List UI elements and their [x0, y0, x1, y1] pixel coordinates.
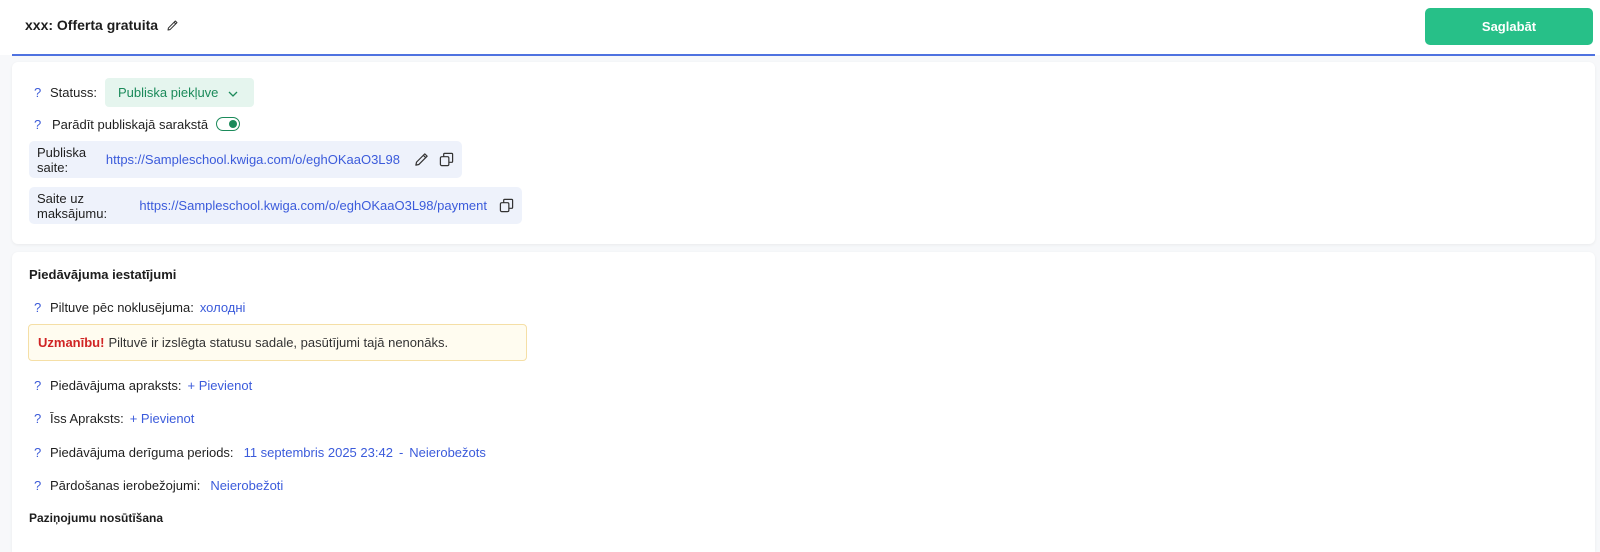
top-bar: xxx: Offerta gratuita Saglabāt — [0, 0, 1600, 55]
help-icon[interactable]: ? — [34, 411, 50, 426]
short-desc-label: Īss Apraksts: — [50, 410, 124, 426]
notifications-title: Paziņojumu nosūtīšana — [29, 511, 164, 525]
status-row: ? Statuss: Publiska piekļuve — [34, 78, 255, 107]
warning-text: Piltuvē ir izslēgta statusu sadale, pasū… — [108, 335, 449, 350]
sales-limit-row: ? Pārdošanas ierobežojumi: Neierobežoti — [34, 477, 283, 493]
settings-title-row: Piedāvājuma iestatījumi — [29, 266, 176, 282]
show-public-label: Parādīt publiskajā sarakstā — [52, 116, 209, 132]
validity-separator: - — [398, 444, 404, 460]
status-label: Statuss: — [50, 85, 97, 100]
help-icon[interactable]: ? — [34, 85, 50, 100]
validity-row: ? Piedāvājuma derīguma periods: 11 septe… — [34, 444, 486, 460]
show-public-toggle[interactable] — [216, 117, 241, 131]
help-icon[interactable]: ? — [34, 117, 50, 132]
sales-limit-link[interactable]: Neierobežoti — [210, 478, 283, 493]
warning-box: Uzmanību! Piltuvē ir izslēgta statusu sa… — [28, 324, 527, 361]
warning-strong: Uzmanību! — [38, 335, 105, 350]
edit-title-icon[interactable] — [166, 19, 179, 32]
short-desc-row: ? Īss Apraksts: + Pievienot — [34, 410, 194, 426]
payment-link-box: Saite uz maksājumu: https://Sampleschool… — [29, 187, 522, 224]
toggle-knob — [229, 119, 238, 128]
page-title: xxx: Offerta gratuita — [25, 17, 159, 33]
add-description-link[interactable]: + Pievienot — [188, 378, 253, 393]
funnel-row: ? Piltuve pēc noklusējuma: холодні — [34, 299, 245, 315]
help-icon[interactable]: ? — [34, 378, 50, 393]
help-icon[interactable]: ? — [34, 300, 50, 315]
payment-link[interactable]: https://Sampleschool.kwiga.com/o/eghOKaa… — [139, 198, 487, 213]
public-link[interactable]: https://Sampleschool.kwiga.com/o/eghOKaa… — [106, 152, 400, 167]
settings-title: Piedāvājuma iestatījumi — [29, 266, 177, 282]
help-icon[interactable]: ? — [34, 445, 50, 460]
add-short-desc-link[interactable]: + Pievienot — [130, 411, 195, 426]
public-link-label: Publiska saite: — [37, 144, 87, 175]
validity-label: Piedāvājuma derīguma periods: — [50, 444, 234, 460]
description-label: Piedāvājuma apraksts: — [50, 377, 182, 393]
funnel-label: Piltuve pēc noklusējuma: — [50, 299, 194, 315]
show-public-row: ? Parādīt publiskajā sarakstā — [34, 116, 241, 132]
chevron-down-icon — [228, 85, 238, 100]
title-wrap: xxx: Offerta gratuita — [25, 17, 179, 33]
validity-start-link[interactable]: 11 septembris 2025 23:42 — [244, 445, 393, 460]
settings-card — [12, 252, 1595, 552]
help-icon[interactable]: ? — [34, 478, 50, 493]
notifications-row: Paziņojumu nosūtīšana — [29, 510, 163, 526]
payment-link-label: Saite uz maksājumu: — [37, 190, 108, 221]
public-link-box: Publiska saite: https://Sampleschool.kwi… — [29, 141, 462, 178]
description-row: ? Piedāvājuma apraksts: + Pievienot — [34, 377, 252, 393]
copy-icon[interactable] — [499, 198, 514, 213]
copy-icon[interactable] — [439, 152, 454, 167]
status-value: Publiska piekļuve — [117, 85, 219, 100]
status-dropdown[interactable]: Publiska piekļuve — [104, 78, 255, 107]
validity-end-link[interactable]: Neierobežots — [409, 445, 486, 460]
header-divider — [12, 54, 1595, 56]
save-button[interactable]: Saglabāt — [1425, 8, 1593, 45]
funnel-value-link[interactable]: холодні — [200, 300, 246, 315]
sales-limit-label: Pārdošanas ierobežojumi: — [50, 477, 201, 493]
edit-link-icon[interactable] — [414, 152, 429, 167]
